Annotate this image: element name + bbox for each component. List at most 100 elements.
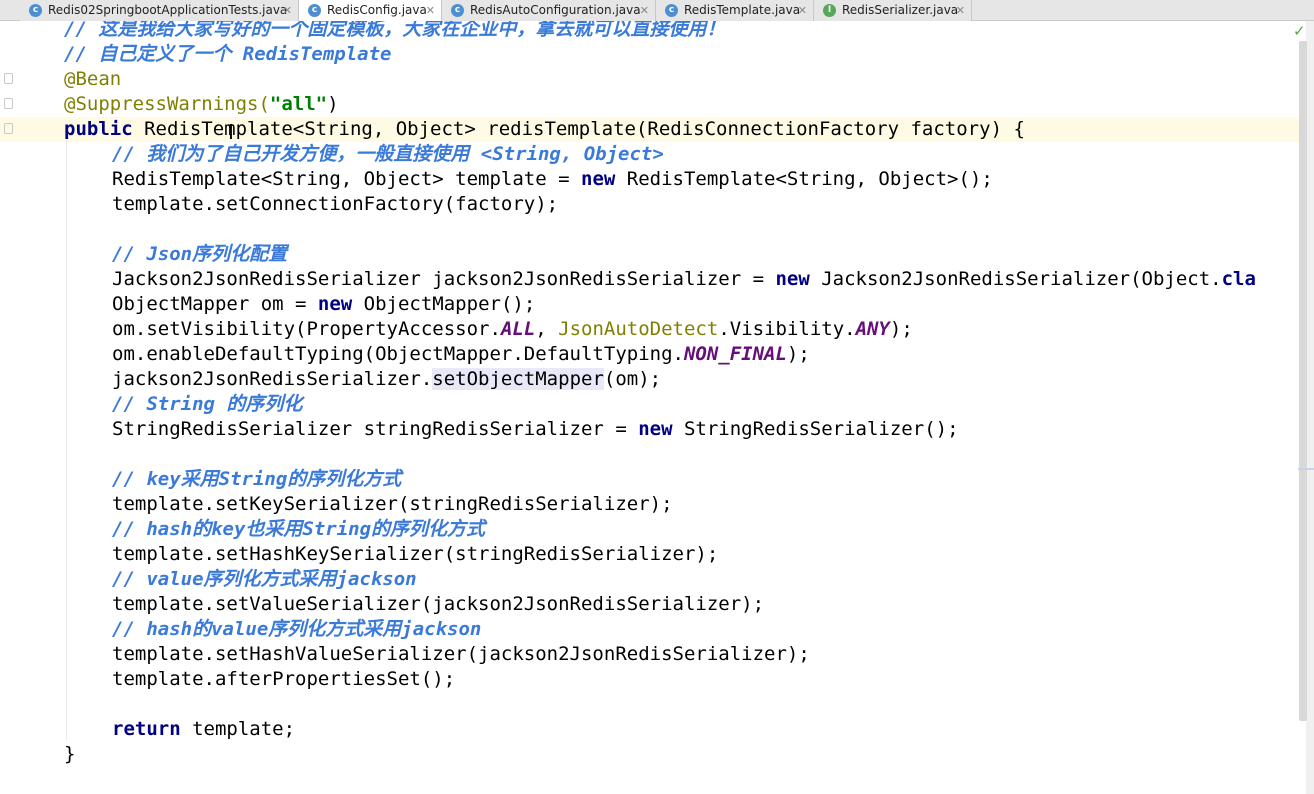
code-text: jackson2JsonRedisSerializer. [112, 368, 433, 390]
code-text: ); [786, 343, 810, 365]
editor-tab-bar: c Redis02SpringbootApplicationTests.java… [0, 0, 1314, 21]
code-line: jackson2JsonRedisSerializer.setObjectMap… [112, 367, 661, 392]
code-text: template.setKeySerializer(stringRedisSer… [112, 493, 673, 515]
tab-redis-serializer[interactable]: I RedisSerializer.java ✕ [814, 0, 972, 21]
comment: // Json序列化配置 [112, 243, 288, 265]
code-line: template.setHashValueSerializer(jackson2… [112, 642, 810, 667]
code-text: Jackson2JsonRedisSerializer(Object. [809, 268, 1222, 290]
code-text: ObjectMapper(); [352, 293, 536, 315]
close-icon[interactable]: ✕ [640, 0, 649, 21]
code-text: RedisTemplate<String, Object> redisTempl… [132, 118, 1025, 140]
tab-redis-template[interactable]: c RedisTemplate.java ✕ [656, 0, 814, 21]
interface-icon: I [823, 4, 836, 17]
close-icon[interactable]: ✕ [426, 0, 435, 21]
code-text: template.setHashValueSerializer(jackson2… [112, 643, 810, 665]
annotation: @SuppressWarnings( [64, 93, 270, 115]
code-line: // 这是我给大家写好的一个固定模板，大家在企业中，拿去就可以直接使用！ [64, 21, 725, 42]
close-icon[interactable]: ✕ [283, 0, 292, 21]
code-text: ); [889, 318, 913, 340]
comment: // hash的key也采用String的序列化方式 [112, 518, 486, 540]
code-text: template.setValueSerializer(jackson2Json… [112, 593, 765, 615]
code-text: Jackson2JsonRedisSerializer jackson2Json… [112, 268, 776, 290]
code-text: template.setConnectionFactory(factory); [112, 193, 559, 215]
code-line: return template; [112, 717, 295, 742]
highlighted-usage: setObjectMapper [432, 368, 604, 390]
comment: // 自己定义了一个 RedisTemplate [64, 43, 392, 65]
code-text: StringRedisSerializer(); [672, 418, 959, 440]
code-text: ) [327, 93, 339, 115]
constant: NON_FINAL [683, 343, 787, 365]
comment: // String 的序列化 [112, 393, 303, 415]
code-line: Jackson2JsonRedisSerializer jackson2Json… [112, 267, 1256, 292]
comment: // 这是我给大家写好的一个固定模板，大家在企业中，拿去就可以直接使用！ [64, 21, 726, 40]
code-text: RedisTemplate<String, Object>(); [615, 168, 993, 190]
tab-redis02-springboot-application-tests[interactable]: c Redis02SpringbootApplicationTests.java… [20, 0, 299, 21]
close-icon[interactable]: ✕ [956, 0, 965, 21]
keyword: cla [1221, 268, 1256, 290]
keyword: public [64, 118, 133, 140]
code-text: template; [180, 718, 296, 740]
code-line: @SuppressWarnings("all") [64, 92, 339, 117]
code-line: template.afterPropertiesSet(); [112, 667, 455, 692]
code-line: // String 的序列化 [112, 392, 302, 417]
scrollbar-marker[interactable] [1298, 468, 1314, 470]
class-icon: c [29, 4, 42, 17]
tab-label: RedisSerializer.java [842, 3, 959, 17]
string-literal: "all" [269, 93, 328, 115]
code-text: , [535, 318, 559, 340]
vertical-scrollbar[interactable] [1306, 21, 1314, 794]
keyword: new [317, 293, 353, 315]
keyword: new [775, 268, 810, 290]
tab-redis-config[interactable]: c RedisConfig.java ✕ [299, 0, 442, 21]
code-line: // Json序列化配置 [112, 242, 287, 267]
tab-label: RedisConfig.java [327, 3, 427, 17]
constant: ALL [500, 318, 536, 340]
code-line: // 自己定义了一个 RedisTemplate [64, 42, 391, 67]
inspection-ok-icon[interactable]: ✓ [1293, 22, 1306, 40]
close-icon[interactable]: ✕ [798, 0, 807, 21]
keyword: return [112, 718, 181, 740]
constant: ANY [855, 318, 890, 340]
code-line: public RedisTemplate<String, Object> red… [64, 117, 1025, 142]
code-line: // hash的value序列化方式采用jackson [112, 617, 481, 642]
code-line: RedisTemplate<String, Object> template =… [112, 167, 993, 192]
comment: // hash的value序列化方式采用jackson [112, 618, 482, 640]
class-icon: c [665, 4, 678, 17]
code-line: StringRedisSerializer stringRedisSeriali… [112, 417, 959, 442]
comment: // key采用String的序列化方式 [112, 468, 402, 490]
code-line: // 我们为了自己开发方便，一般直接使用 <String, Object> [112, 142, 664, 167]
code-editor[interactable]: // 这是我给大家写好的一个固定模板，大家在企业中，拿去就可以直接使用！ // … [0, 21, 1306, 794]
scrollbar-thumb[interactable] [1299, 41, 1307, 721]
code-line: @Bean [64, 67, 121, 92]
code-line: // hash的key也采用String的序列化方式 [112, 517, 485, 542]
code-line: template.setHashKeySerializer(stringRedi… [112, 542, 718, 567]
code-line: } [64, 742, 75, 767]
code-text: (om); [603, 368, 662, 390]
code-text: om.setVisibility(PropertyAccessor. [112, 318, 501, 340]
code-text: template.setHashKeySerializer(stringRedi… [112, 543, 719, 565]
code-text: RedisTemplate<String, Object> template = [112, 168, 581, 190]
code-text: .Visibility. [718, 318, 856, 340]
class-icon: c [308, 4, 321, 17]
tab-label: RedisTemplate.java [684, 3, 801, 17]
code-text: template.afterPropertiesSet(); [112, 668, 456, 690]
text-cursor-icon: I [228, 120, 234, 144]
code-text: } [64, 743, 76, 765]
code-line: template.setConnectionFactory(factory); [112, 192, 558, 217]
code-text: StringRedisSerializer stringRedisSeriali… [112, 418, 639, 440]
tab-label: Redis02SpringbootApplicationTests.java [48, 3, 288, 17]
tab-redis-auto-configuration[interactable]: c RedisAutoConfiguration.java ✕ [442, 0, 656, 21]
comment: // value序列化方式采用jackson [112, 568, 417, 590]
comment: // 我们为了自己开发方便，一般直接使用 <String, Object> [112, 143, 664, 165]
code-line: ObjectMapper om = new ObjectMapper(); [112, 292, 535, 317]
code-line: template.setKeySerializer(stringRedisSer… [112, 492, 673, 517]
code-text: ObjectMapper om = [112, 293, 318, 315]
code-line: om.enableDefaultTyping(ObjectMapper.Defa… [112, 342, 810, 367]
code-line: // value序列化方式采用jackson [112, 567, 417, 592]
code-line: template.setValueSerializer(jackson2Json… [112, 592, 764, 617]
code-text: om.enableDefaultTyping(ObjectMapper.Defa… [112, 343, 684, 365]
code-line: // key采用String的序列化方式 [112, 467, 401, 492]
keyword: new [638, 418, 673, 440]
class-icon: c [451, 4, 464, 17]
code-line: om.setVisibility(PropertyAccessor.ALL, J… [112, 317, 913, 342]
